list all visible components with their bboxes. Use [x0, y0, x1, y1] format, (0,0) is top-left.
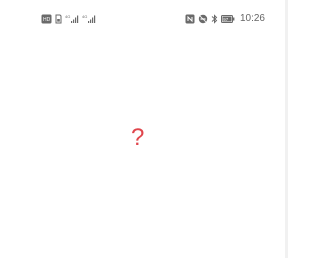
- nfc-icon: [185, 14, 195, 24]
- signal-strength-icon: 4G: [65, 14, 79, 24]
- volte-icon: HD: [41, 14, 52, 24]
- battery-icon: 97: [220, 14, 235, 24]
- sim-icon: [55, 14, 62, 24]
- bluetooth-icon: [211, 14, 218, 24]
- status-bar: HD 4G 4G 97 10:26: [0, 0, 285, 36]
- status-left-group: HD 4G 4G: [41, 12, 96, 26]
- svg-text:4G: 4G: [82, 14, 87, 19]
- svg-text:HD: HD: [43, 17, 51, 23]
- signal-strength-icon: 4G: [82, 14, 96, 24]
- page-scrollbar[interactable]: [285, 0, 288, 258]
- app-screen: HD 4G 4G 97 10:26 ?: [0, 0, 285, 258]
- status-right-group: 97 10:26: [185, 12, 265, 26]
- unknown-content-placeholder: ?: [131, 124, 145, 151]
- svg-text:4G: 4G: [65, 14, 70, 19]
- svg-text:97: 97: [223, 17, 228, 22]
- status-time: 10:26: [239, 13, 265, 24]
- do-not-disturb-icon: [198, 14, 208, 24]
